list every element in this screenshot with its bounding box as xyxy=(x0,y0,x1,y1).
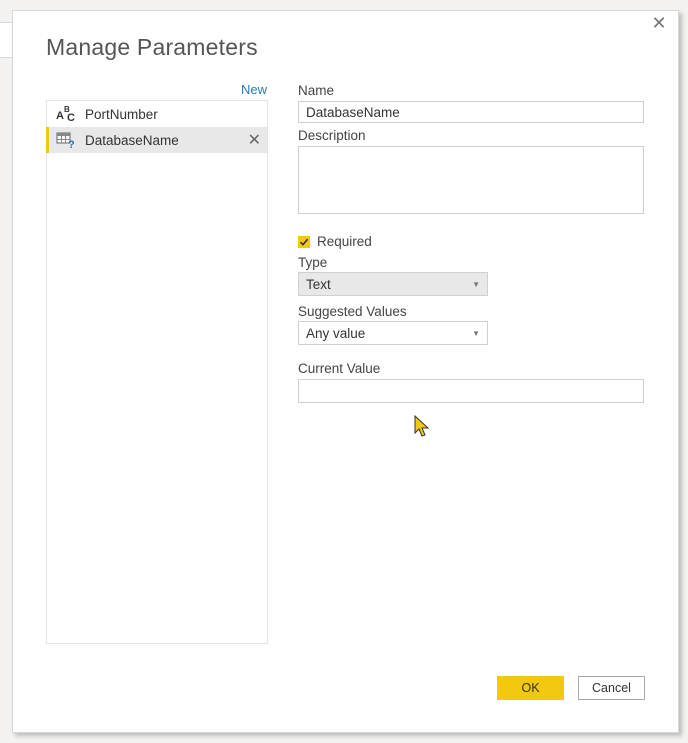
list-item-portnumber[interactable]: A B C PortNumber xyxy=(47,101,267,127)
required-checkbox[interactable] xyxy=(298,235,310,248)
list-item-databasename[interactable]: ? DatabaseName ✕ xyxy=(46,127,267,153)
cancel-button[interactable]: Cancel xyxy=(578,676,645,700)
required-row: Required xyxy=(298,234,644,249)
description-input[interactable] xyxy=(298,146,644,214)
name-input[interactable]: DatabaseName xyxy=(298,101,644,123)
description-label: Description xyxy=(298,128,366,143)
current-value-label: Current Value xyxy=(298,361,381,376)
type-value: Text xyxy=(306,276,331,292)
manage-parameters-dialog: ✕ Manage Parameters New A B C PortNumber xyxy=(12,10,679,733)
name-label: Name xyxy=(298,83,335,98)
new-parameter-link[interactable]: New xyxy=(241,82,267,97)
chevron-down-icon: ▼ xyxy=(472,328,480,338)
checkmark-icon xyxy=(299,238,309,246)
remove-parameter-icon[interactable]: ✕ xyxy=(248,130,261,150)
list-item-label: DatabaseName xyxy=(85,132,179,148)
required-label: Required xyxy=(317,234,372,249)
svg-text:?: ? xyxy=(68,139,75,148)
type-label: Type xyxy=(298,255,328,270)
text-type-icon: A B C xyxy=(56,105,75,124)
chevron-down-icon: ▼ xyxy=(472,279,480,289)
parameters-list: A B C PortNumber ? DatabaseName ✕ xyxy=(46,100,268,644)
type-select[interactable]: Text ▼ xyxy=(298,272,488,296)
dialog-title: Manage Parameters xyxy=(46,34,258,60)
suggested-values-label: Suggested Values xyxy=(298,304,407,319)
list-item-label: PortNumber xyxy=(85,106,158,122)
table-parameter-icon: ? xyxy=(54,132,78,148)
parameter-details: Name DatabaseName Description Required T… xyxy=(298,83,644,403)
mouse-pointer-icon xyxy=(414,414,432,443)
suggested-values-select[interactable]: Any value ▼ xyxy=(298,321,488,345)
close-icon[interactable]: ✕ xyxy=(650,15,668,33)
suggested-values-value: Any value xyxy=(306,325,366,341)
current-value-input[interactable] xyxy=(298,379,644,403)
ok-button[interactable]: OK xyxy=(497,676,564,700)
